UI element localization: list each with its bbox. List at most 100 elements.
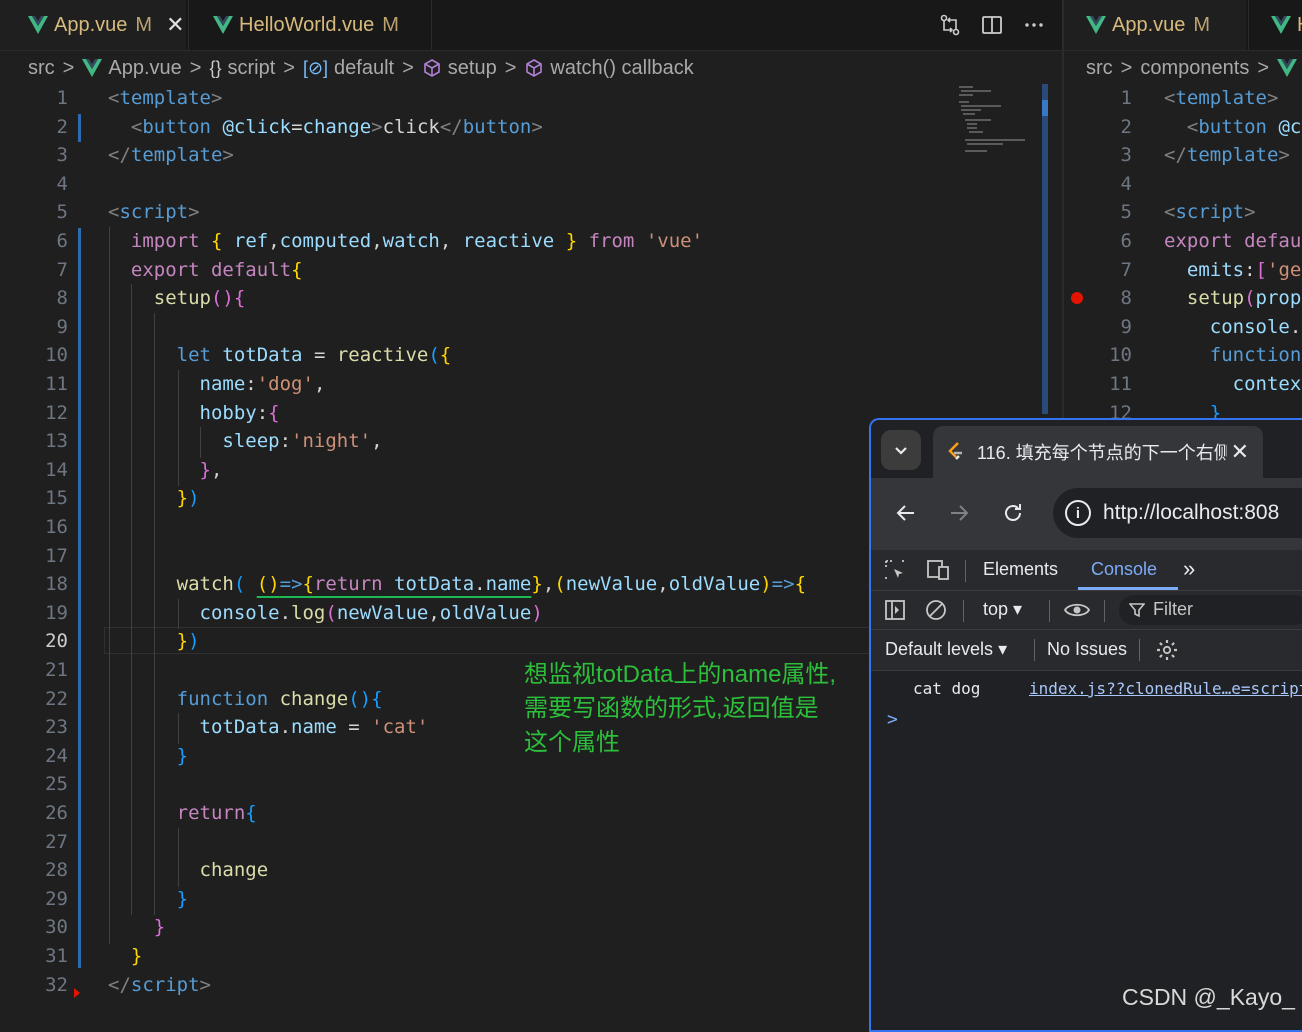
tab-app-vue[interactable]: App.vue M: [1064, 0, 1246, 50]
line-number: 31: [45, 945, 68, 967]
info-icon[interactable]: i: [1065, 500, 1091, 526]
breadcrumb-app-vue[interactable]: App.vue: [82, 57, 182, 80]
code-token: setup: [1186, 287, 1245, 310]
tab-label: App.vue: [54, 13, 128, 36]
forward-button[interactable]: [944, 498, 974, 528]
code-token: <: [130, 115, 143, 138]
code-token: 'cat': [371, 716, 429, 739]
code-token: =: [291, 115, 303, 138]
code-text: </script>: [108, 971, 211, 1000]
clear-console-icon[interactable]: [924, 598, 948, 622]
issues-button[interactable]: No Issues: [1047, 639, 1127, 660]
compare-changes-icon[interactable]: [938, 13, 962, 37]
code-token: console: [1209, 315, 1290, 338]
code-token: {: [233, 287, 246, 310]
vertical-scrollbar[interactable]: [1042, 84, 1048, 414]
inspect-element-icon[interactable]: [883, 558, 907, 582]
tab-helloworld-vue[interactable]: HelloWorld.vue M: [188, 0, 432, 50]
code-token: export: [1164, 230, 1233, 252]
watermark: CSDN @_Kayo_: [1122, 984, 1295, 1010]
breadcrumb-watch-callback[interactable]: watch() callback: [524, 57, 694, 80]
code-text: setup(prop: [1164, 284, 1301, 313]
code-token: </: [108, 973, 131, 996]
console-source-link[interactable]: index.js??clonedRule…e=script&: [1029, 679, 1302, 698]
settings-gear-icon[interactable]: [1155, 638, 1179, 662]
breakpoint-icon[interactable]: [1071, 292, 1083, 304]
tab-app-vue[interactable]: App.vue M ✕: [0, 0, 186, 50]
tab-helloworld[interactable]: H: [1248, 0, 1302, 50]
chevron-right-icon: >: [62, 56, 75, 79]
code-token: >: [1266, 87, 1279, 109]
sidebar-toggle-icon[interactable]: [883, 598, 907, 622]
code-token: <: [108, 87, 120, 109]
editor-tab-bar: App.vue M ✕ HelloWorld.vue M: [0, 0, 1062, 51]
line-number: 29: [45, 887, 68, 910]
vue-icon: [1277, 59, 1298, 77]
close-icon[interactable]: ✕: [166, 12, 184, 38]
code-token: emits: [1186, 258, 1245, 281]
address-bar[interactable]: i http://localhost:808: [1053, 488, 1302, 538]
more-tabs-icon[interactable]: »: [1183, 556, 1195, 582]
breadcrumb-src[interactable]: src: [28, 57, 55, 80]
vue-icon: [213, 16, 233, 34]
more-actions-icon[interactable]: [1022, 13, 1046, 37]
code-token: </: [108, 144, 131, 167]
tab-search-button[interactable]: [881, 430, 921, 470]
code-token: script: [119, 201, 189, 224]
code-token: computed: [279, 230, 372, 252]
line-number: 9: [56, 315, 68, 338]
console-output[interactable]: cat dog index.js??clonedRule…e=script& >: [871, 671, 1302, 1030]
code-token: function: [1209, 344, 1302, 367]
code-token: }: [565, 230, 578, 252]
breadcrumb-script[interactable]: {} script: [209, 57, 275, 80]
code-text: </template>: [108, 141, 234, 170]
code-token: =>: [771, 573, 795, 596]
breadcrumb-components[interactable]: components: [1140, 57, 1249, 80]
breadcrumb-setup[interactable]: setup: [422, 57, 497, 80]
browser-tab[interactable]: 116. 填充每个节点的下一个右侧 ✕: [933, 426, 1263, 478]
live-expression-eye-icon[interactable]: [1063, 598, 1091, 622]
code-token: {: [302, 573, 314, 596]
back-button[interactable]: [891, 498, 921, 528]
device-toolbar-icon[interactable]: [925, 558, 951, 582]
code-text: },: [108, 456, 223, 485]
code-token: ,: [542, 573, 555, 596]
code-token: {: [371, 687, 383, 710]
code-token: :: [279, 430, 292, 453]
line-number: 11: [1109, 373, 1132, 395]
browser-tab-strip: 116. 填充每个节点的下一个右侧 ✕: [871, 420, 1302, 478]
chevron-right-icon: >: [283, 56, 295, 79]
code-text: hobby:{: [108, 399, 280, 428]
browser-tab-title: 116. 填充每个节点的下一个右侧: [977, 443, 1227, 463]
code-token: (: [554, 573, 566, 596]
code-text: function change(){: [108, 685, 383, 714]
reload-button[interactable]: [998, 498, 1028, 528]
context-selector[interactable]: top ▾: [983, 599, 1022, 620]
minimap[interactable]: [955, 84, 1040, 154]
split-editor-icon[interactable]: [980, 13, 1004, 37]
code-token: button: [462, 115, 532, 138]
console-prompt[interactable]: >: [887, 709, 898, 730]
tab-elements[interactable]: Elements: [983, 559, 1058, 580]
close-icon[interactable]: ✕: [1231, 439, 1249, 465]
tab-console[interactable]: Console: [1091, 559, 1157, 580]
breadcrumb-src[interactable]: src: [1086, 57, 1113, 80]
filter-input[interactable]: Filter: [1119, 595, 1302, 625]
code-token: ,: [268, 230, 280, 252]
active-tab-indicator: [1078, 587, 1178, 590]
code-token: ,: [371, 230, 383, 252]
log-levels-dropdown[interactable]: Default levels ▾: [885, 639, 1007, 660]
line-number: 25: [45, 773, 68, 796]
minimap-preview: [959, 86, 1025, 152]
scrollbar-thumb[interactable]: [1042, 100, 1048, 116]
line-number: 5: [56, 201, 68, 224]
code-token: from: [588, 230, 635, 252]
breadcrumb-default[interactable]: [⊘] default: [303, 57, 394, 80]
code-token: }: [531, 573, 543, 596]
